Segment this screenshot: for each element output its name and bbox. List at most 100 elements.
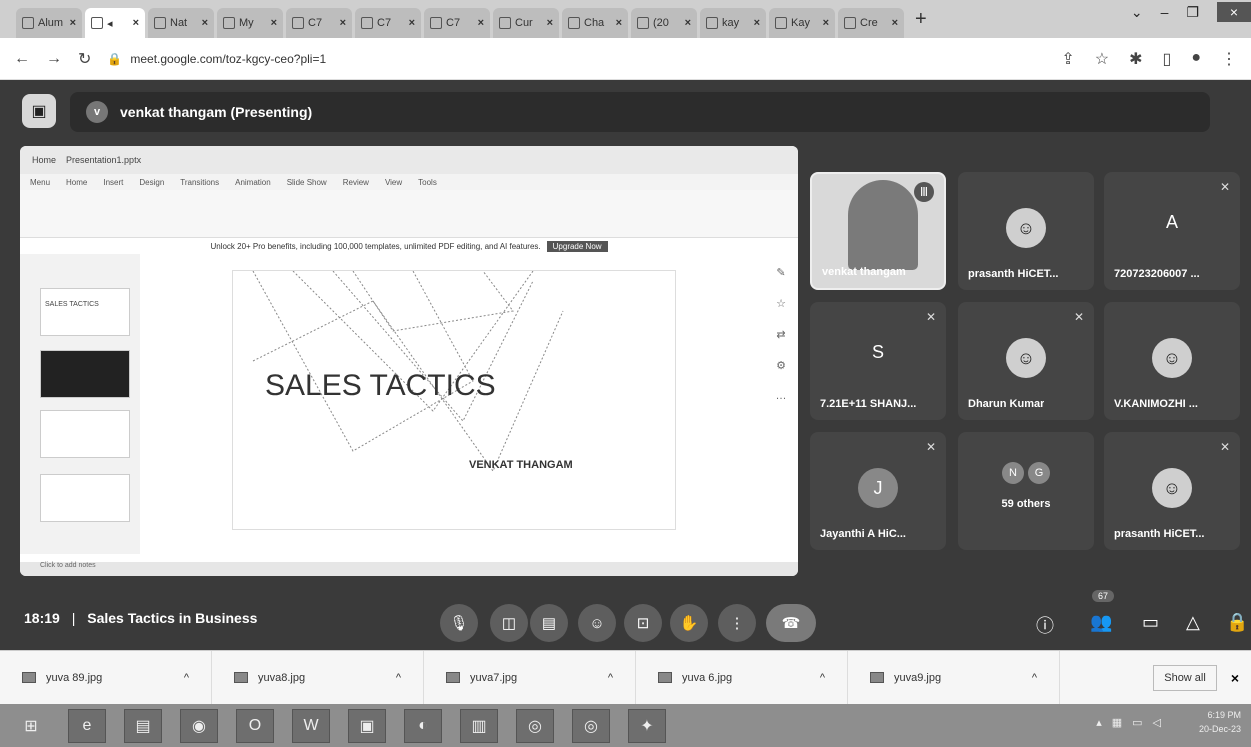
more-options-button[interactable]: ⋮ bbox=[718, 604, 756, 642]
close-icon[interactable]: × bbox=[70, 17, 76, 29]
share-icon[interactable]: ⇪ bbox=[1061, 49, 1074, 69]
presentation-menu-button[interactable]: ▣ bbox=[22, 94, 56, 128]
close-icon[interactable]: × bbox=[271, 17, 277, 29]
ie-icon[interactable]: e bbox=[68, 708, 106, 743]
chevron-up-icon[interactable]: ^ bbox=[820, 672, 825, 684]
captions-button[interactable]: ▤ bbox=[530, 604, 568, 642]
browser-tab[interactable]: kay × bbox=[700, 8, 766, 38]
close-window-button[interactable]: × bbox=[1217, 2, 1251, 22]
tray-arrow-icon[interactable]: ▴ bbox=[1096, 716, 1102, 729]
download-item[interactable]: yuva 6.jpg ^ bbox=[636, 650, 848, 705]
browser-tab[interactable]: C7 × bbox=[355, 8, 421, 38]
chrome-icon[interactable]: ◎ bbox=[572, 708, 610, 743]
browser-tab[interactable]: My × bbox=[217, 8, 283, 38]
browser-tab[interactable]: (20 × bbox=[631, 8, 697, 38]
menu-dots-icon[interactable]: ⋮ bbox=[1221, 49, 1237, 69]
emoji-button[interactable]: ☺ bbox=[578, 604, 616, 642]
chevron-up-icon[interactable]: ^ bbox=[396, 672, 401, 684]
host-controls-icon[interactable]: 🔒 bbox=[1226, 612, 1248, 633]
close-icon[interactable]: × bbox=[202, 17, 208, 29]
back-icon[interactable]: ← bbox=[14, 50, 30, 68]
browser-tab[interactable]: Cha × bbox=[562, 8, 628, 38]
people-icon[interactable]: 👥 bbox=[1090, 612, 1112, 633]
browser-tab[interactable]: C7 × bbox=[424, 8, 490, 38]
sidepanel-icon[interactable]: ▯ bbox=[1163, 49, 1172, 69]
browser-tab[interactable]: Nat × bbox=[148, 8, 214, 38]
acrobat-icon[interactable]: ✦ bbox=[628, 708, 666, 743]
participant-tile[interactable]: ✕ A 720723206007 ... bbox=[1104, 172, 1240, 290]
close-icon[interactable]: × bbox=[409, 17, 415, 29]
clock[interactable]: 6:19 PM 20-Dec-23 bbox=[1199, 708, 1241, 736]
word-icon[interactable]: W bbox=[292, 708, 330, 743]
chevron-up-icon[interactable]: ^ bbox=[1032, 672, 1037, 684]
windows-start-icon[interactable]: ⊞ bbox=[12, 709, 50, 743]
leave-call-button[interactable]: ☎ bbox=[766, 604, 816, 642]
network-icon[interactable]: ▦ bbox=[1112, 716, 1122, 729]
clock-time: 6:19 PM bbox=[1207, 710, 1241, 720]
opera-icon[interactable]: O bbox=[236, 708, 274, 743]
github-icon bbox=[637, 17, 649, 29]
avatar: ☺ bbox=[1006, 338, 1046, 378]
camera-button[interactable]: ◫ bbox=[490, 604, 528, 642]
participant-tile[interactable]: ✕ ☺ prasanth HiCET... bbox=[1104, 432, 1240, 550]
close-icon[interactable]: × bbox=[616, 17, 622, 29]
close-icon[interactable]: × bbox=[892, 17, 898, 29]
activities-icon[interactable]: △ bbox=[1186, 612, 1200, 633]
info-icon[interactable]: ⓘ bbox=[1036, 612, 1054, 638]
close-icon[interactable]: × bbox=[133, 17, 139, 29]
app-icon[interactable]: ◐ bbox=[404, 708, 442, 743]
close-icon[interactable]: × bbox=[754, 17, 760, 29]
browser-tab[interactable]: Cur × bbox=[493, 8, 559, 38]
drive-icon bbox=[361, 17, 373, 29]
participant-tile[interactable]: ✕ J Jayanthi A HiC... bbox=[810, 432, 946, 550]
raise-hand-button[interactable]: ✋ bbox=[670, 604, 708, 642]
close-icon[interactable]: × bbox=[478, 17, 484, 29]
reload-icon[interactable]: ↻ bbox=[78, 49, 91, 69]
forward-icon[interactable]: → bbox=[46, 50, 62, 68]
mic-button[interactable]: 🎙 bbox=[440, 604, 478, 642]
chat-icon[interactable]: ▭ bbox=[1142, 612, 1159, 633]
new-tab-button[interactable]: + bbox=[907, 8, 935, 31]
others-tile[interactable]: N G 59 others bbox=[958, 432, 1094, 550]
participant-tile[interactable]: ☺ prasanth HiCET... bbox=[958, 172, 1094, 290]
browser-tab[interactable]: Cre × bbox=[838, 8, 904, 38]
browser-tab[interactable]: Alum × bbox=[16, 8, 82, 38]
download-item[interactable]: yuva 89.jpg ^ bbox=[0, 650, 212, 705]
app-icon[interactable]: ▥ bbox=[460, 708, 498, 743]
participant-tile[interactable]: ☺ V.KANIMOZHI ... bbox=[1104, 302, 1240, 420]
slides-icon bbox=[292, 17, 304, 29]
close-icon[interactable]: × bbox=[823, 17, 829, 29]
bookmark-star-icon[interactable]: ☆ bbox=[1095, 49, 1109, 69]
browser-tab[interactable]: Kay × bbox=[769, 8, 835, 38]
menu-item: Insert bbox=[103, 177, 124, 187]
mic-off-icon: ✕ bbox=[1219, 180, 1230, 194]
browser-tab-active[interactable]: ◂ × bbox=[85, 8, 145, 38]
download-item[interactable]: yuva7.jpg ^ bbox=[424, 650, 636, 705]
extensions-icon[interactable]: ✱ bbox=[1129, 49, 1142, 69]
close-downloads-icon[interactable]: × bbox=[1231, 670, 1239, 686]
chevron-up-icon[interactable]: ^ bbox=[608, 672, 613, 684]
file-explorer-icon[interactable]: ▤ bbox=[124, 708, 162, 743]
media-player-icon[interactable]: ◉ bbox=[180, 708, 218, 743]
maximize-button[interactable]: ❐ bbox=[1186, 4, 1199, 21]
download-item[interactable]: yuva9.jpg ^ bbox=[848, 650, 1060, 705]
browser-tab[interactable]: C7 × bbox=[286, 8, 352, 38]
participant-tile[interactable]: ✕ ☺ Dharun Kumar bbox=[958, 302, 1094, 420]
present-button[interactable]: ⊡ bbox=[624, 604, 662, 642]
volume-icon[interactable]: ◁ bbox=[1153, 716, 1161, 729]
show-all-button[interactable]: Show all bbox=[1153, 664, 1217, 691]
app-icon[interactable]: ▣ bbox=[348, 708, 386, 743]
minimize-button[interactable]: – bbox=[1161, 4, 1169, 20]
participant-tile[interactable]: ✕ S 7.21E+11 SHANJ... bbox=[810, 302, 946, 420]
chrome-icon[interactable]: ◎ bbox=[516, 708, 554, 743]
download-item[interactable]: yuva8.jpg ^ bbox=[212, 650, 424, 705]
close-icon[interactable]: × bbox=[685, 17, 691, 29]
url-field[interactable]: 🔒 meet.google.com/toz-kgcy-ceo?pli=1 bbox=[107, 52, 1045, 66]
profile-icon[interactable]: ● bbox=[1191, 49, 1201, 69]
close-icon[interactable]: × bbox=[547, 17, 553, 29]
chevron-up-icon[interactable]: ^ bbox=[184, 672, 189, 684]
tab-search-icon[interactable]: ⌄ bbox=[1131, 4, 1143, 21]
close-icon[interactable]: × bbox=[340, 17, 346, 29]
battery-icon[interactable]: ▭ bbox=[1132, 716, 1142, 729]
participant-tile[interactable]: Ⅲ venkat thangam bbox=[810, 172, 946, 290]
